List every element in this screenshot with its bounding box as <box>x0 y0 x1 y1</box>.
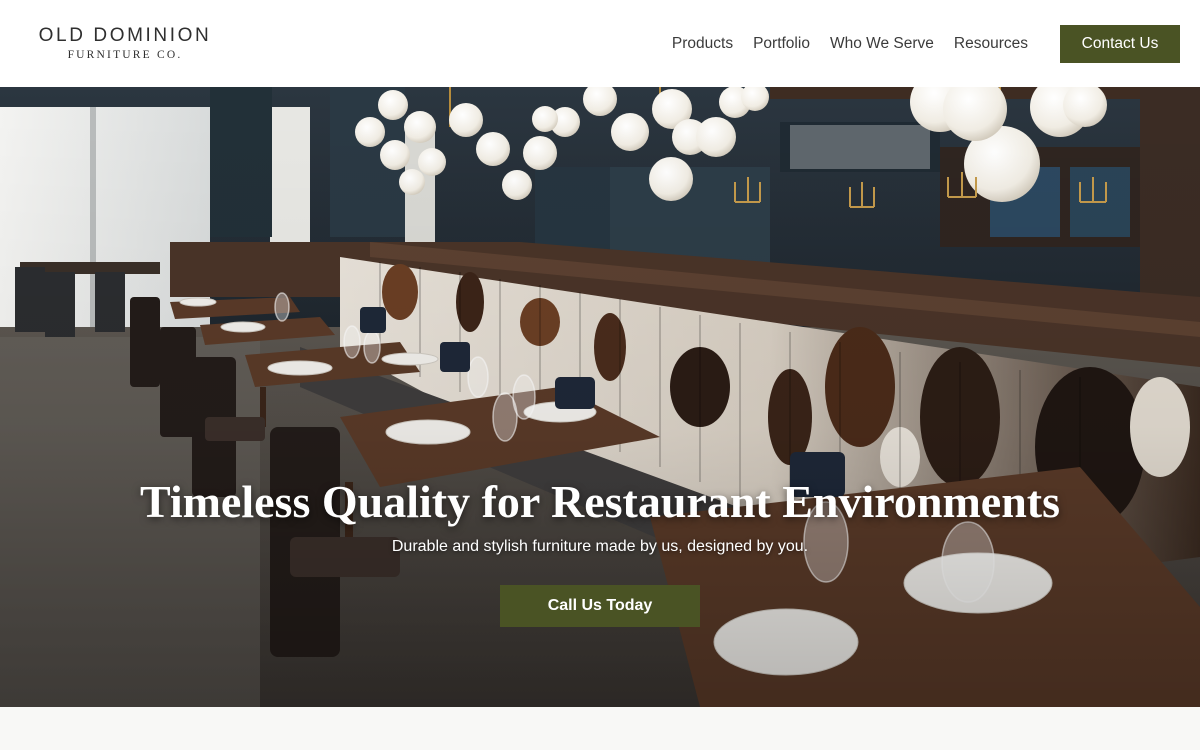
hero-title: Timeless Quality for Restaurant Environm… <box>139 476 1061 527</box>
call-us-today-button[interactable]: Call Us Today <box>500 585 700 627</box>
site-header: OLD DOMINION FURNITURE CO. Products Port… <box>0 0 1200 87</box>
hero-subtitle: Durable and stylish furniture made by us… <box>391 538 809 555</box>
main-nav: Products Portfolio Who We Serve Resource… <box>672 35 1028 53</box>
nav-item-resources[interactable]: Resources <box>954 35 1028 53</box>
next-section-strip <box>0 707 1200 750</box>
contact-us-button[interactable]: Contact Us <box>1060 24 1180 63</box>
hero-section: Timeless Quality for Restaurant Environm… <box>0 87 1200 707</box>
brand-tagline: FURNITURE CO. <box>67 48 183 61</box>
nav-item-who-we-serve[interactable]: Who We Serve <box>830 35 934 53</box>
brand-logo[interactable]: OLD DOMINION FURNITURE CO. <box>26 24 224 62</box>
nav-item-portfolio[interactable]: Portfolio <box>753 35 810 53</box>
brand-name: OLD DOMINION <box>38 24 212 46</box>
nav-item-products[interactable]: Products <box>672 35 733 53</box>
